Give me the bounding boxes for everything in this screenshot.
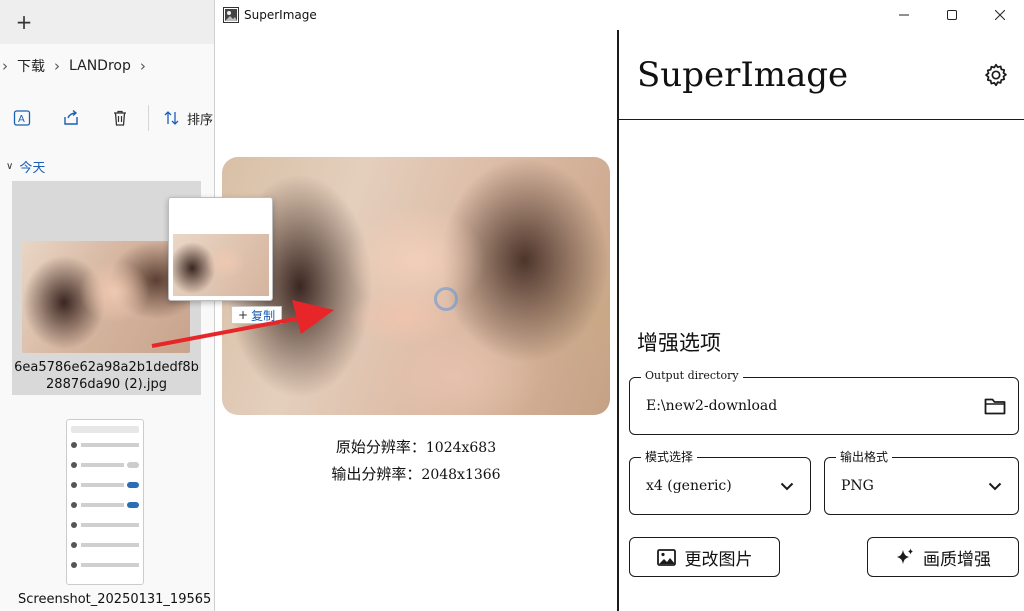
enhance-label: 画质增强 (923, 549, 991, 570)
breadcrumb: › 下载 › LANDrop › (0, 52, 155, 80)
output-directory-value: E:\new2-download (646, 398, 778, 414)
output-format-label: 输出格式 (836, 448, 893, 465)
options-pane: SuperImage 增强选项 Output directory E:\new2… (617, 30, 1024, 611)
sort-button[interactable]: 排序 (163, 109, 213, 128)
app-title: SuperImage (637, 54, 849, 95)
sparkle-icon (895, 547, 915, 567)
app-header: SuperImage (619, 30, 1024, 120)
plus-icon: + (238, 308, 249, 322)
output-directory-field[interactable]: Output directory E:\new2-download (629, 369, 1019, 435)
breadcrumb-item-landrop[interactable]: LANDrop (69, 58, 131, 74)
change-image-button[interactable]: 更改图片 (629, 537, 780, 577)
maximize-icon[interactable] (928, 0, 976, 30)
file-name[interactable]: Screenshot_20250131_19565 (18, 592, 211, 607)
output-resolution: 输出分辨率：2048x1366 (215, 461, 617, 488)
sort-label: 排序 (187, 112, 214, 128)
file-thumbnail (22, 241, 190, 353)
mode-select-label: 模式选择 (641, 448, 698, 465)
image-preview[interactable] (222, 157, 610, 415)
watermark-logo (434, 287, 458, 311)
mode-select-value: x4 (generic) (646, 478, 732, 494)
output-directory-label: Output directory (641, 369, 743, 382)
copy-badge: + 复制 (231, 306, 283, 324)
explorer-tab-bar: + (0, 0, 214, 44)
chevron-down-icon[interactable] (776, 475, 798, 497)
superimage-window: SuperImage 原始分辨率：1024x683 输出分辨率：2048x136… (214, 0, 1024, 611)
enhance-button[interactable]: 画质增强 (867, 537, 1019, 577)
new-tab-button[interactable]: + (14, 10, 34, 34)
window-title: SuperImage (244, 8, 317, 22)
file-item-screenshot[interactable] (66, 419, 144, 585)
share-icon[interactable] (60, 107, 82, 129)
chevron-down-icon: ∨ (6, 161, 14, 172)
group-header-today[interactable]: ∨ 今天 (6, 157, 45, 176)
group-label: 今天 (19, 161, 46, 176)
copy-label: 复制 (251, 308, 276, 323)
sort-icon (164, 111, 179, 125)
output-format-value: PNG (841, 478, 874, 494)
drag-preview (168, 197, 273, 301)
chevron-right-icon: › (54, 57, 60, 75)
mode-select-dropdown[interactable]: 模式选择 x4 (generic) (629, 448, 811, 515)
chevron-down-icon[interactable] (984, 475, 1006, 497)
drag-thumbnail (173, 234, 269, 296)
file-explorer-window: + › 下载 › LANDrop › A 排序 ∨ 今天 6ea5786e62a… (0, 0, 214, 611)
breadcrumb-item-downloads[interactable]: 下载 (17, 56, 45, 76)
app-icon (223, 7, 239, 23)
resolution-info: 原始分辨率：1024x683 输出分辨率：2048x1366 (215, 434, 617, 488)
image-icon (657, 547, 677, 567)
svg-text:A: A (18, 114, 25, 125)
output-resolution-value: 2048x1366 (421, 467, 501, 483)
translate-icon[interactable]: A (11, 107, 33, 129)
close-icon[interactable] (976, 0, 1024, 30)
chevron-right-icon: › (2, 57, 8, 75)
gear-icon[interactable] (983, 62, 1009, 88)
window-controls (880, 0, 1024, 30)
change-image-label: 更改图片 (684, 549, 753, 570)
original-resolution-value: 1024x683 (425, 440, 497, 456)
chevron-right-icon[interactable]: › (140, 57, 146, 75)
delete-icon[interactable] (109, 107, 131, 129)
explorer-toolbar: A 排序 (0, 100, 214, 136)
file-name: 6ea5786e62a98a2b1dedf8b28876da90 (2).jpg (14, 360, 199, 392)
output-resolution-label: 输出分辨率： (331, 465, 422, 483)
folder-icon[interactable] (984, 395, 1006, 417)
title-bar[interactable]: SuperImage (215, 0, 1024, 30)
toolbar-divider (148, 105, 149, 131)
original-resolution-label: 原始分辨率： (335, 438, 426, 456)
original-resolution: 原始分辨率：1024x683 (215, 434, 617, 461)
section-title: 增强选项 (637, 331, 721, 355)
output-format-dropdown[interactable]: 输出格式 PNG (824, 448, 1019, 515)
minimize-icon[interactable] (880, 0, 928, 30)
